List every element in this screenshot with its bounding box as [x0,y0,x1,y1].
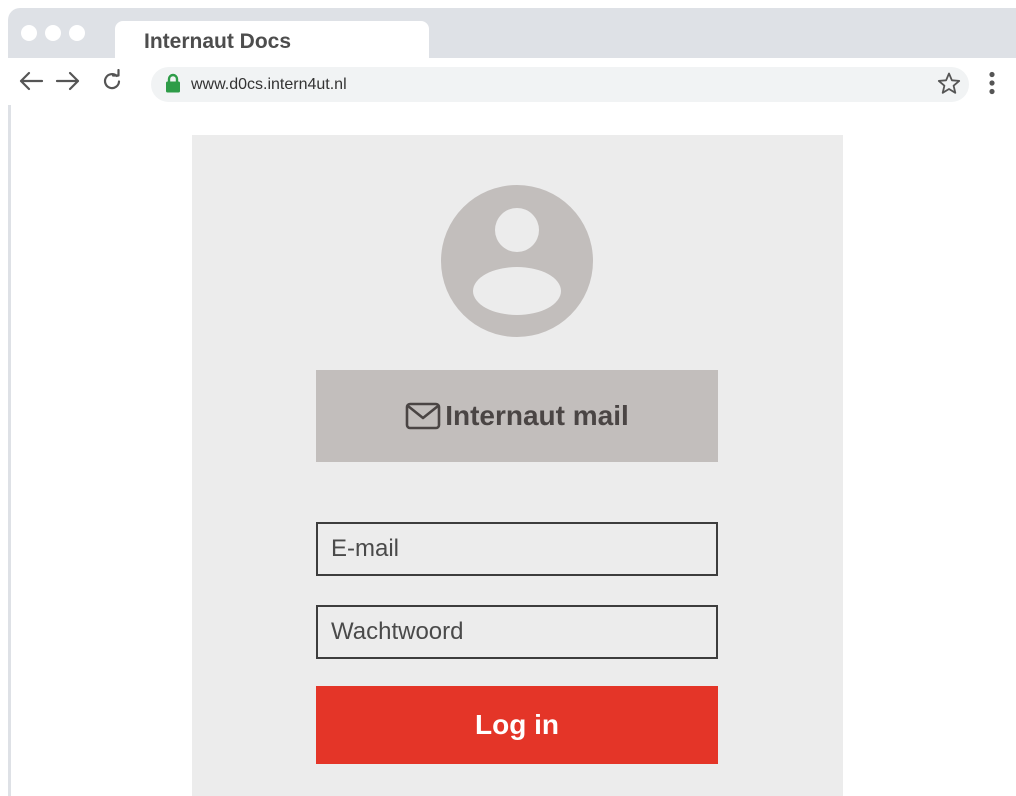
browser-tab[interactable]: Internaut Docs [115,21,429,61]
window-close-dot[interactable] [21,25,37,41]
browser-window: Internaut Docs www.d0cs.intern4ut.nl Int… [8,8,1016,796]
email-field[interactable] [318,524,716,574]
reload-icon[interactable] [97,66,127,96]
star-icon[interactable] [935,70,963,103]
three-dots-vertical-icon[interactable] [988,71,996,100]
arrow-right-icon[interactable] [53,66,83,96]
password-field-box [316,605,718,659]
address-bar[interactable]: www.d0cs.intern4ut.nl [151,67,969,102]
mail-button-label: Internaut mail [445,400,629,431]
page-content: Internaut mail Log in [11,105,1016,796]
login-card: Internaut mail Log in [192,135,843,796]
window-minimize-dot[interactable] [45,25,61,41]
envelope-icon [405,402,441,430]
password-field[interactable] [318,607,716,657]
login-button-label: Log in [475,709,559,740]
user-avatar-icon [441,185,593,337]
arrow-left-icon[interactable] [16,66,46,96]
lock-icon [165,73,181,98]
email-field-box [316,522,718,576]
browser-toolbar: www.d0cs.intern4ut.nl [8,58,1016,105]
tab-title: Internaut Docs [144,30,292,53]
url-text: www.d0cs.intern4ut.nl [191,76,347,93]
window-maximize-dot[interactable] [69,25,85,41]
internaut-mail-button[interactable]: Internaut mail [316,370,718,462]
login-button[interactable]: Log in [316,686,718,764]
